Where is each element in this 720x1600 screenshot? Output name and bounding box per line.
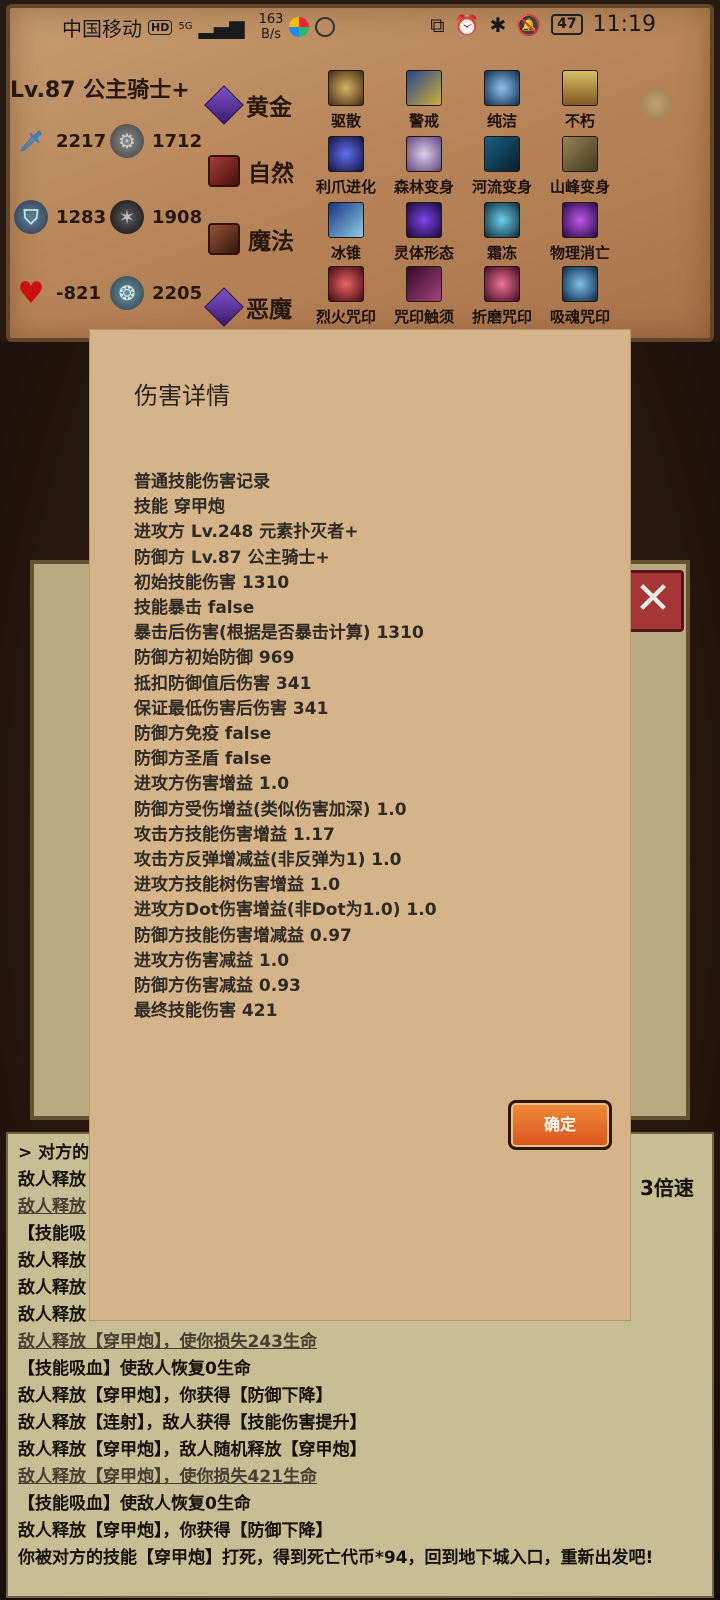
detail-line: 进攻方 Lv.248 元素扑灭者+ bbox=[134, 522, 359, 543]
detail-line: 防御方技能伤害增减益 0.97 bbox=[134, 925, 352, 946]
detail-line: 进攻方伤害减益 1.0 bbox=[134, 950, 290, 971]
detail-line: 技能暴击 false bbox=[134, 598, 255, 619]
detail-line: 进攻方伤害增益 1.0 bbox=[134, 774, 290, 795]
detail-line: 保证最低伤害后伤害 341 bbox=[134, 698, 329, 719]
status-bar: 中国移动 HD 5G ▂▄▆ 163 B/s ⧉ ⏰ ✱ 🔕 47 11:19 bbox=[0, 0, 720, 52]
app-icon bbox=[289, 17, 310, 37]
bluetooth-icon: ✱ bbox=[489, 12, 507, 37]
detail-line: 最终技能伤害 421 bbox=[134, 1001, 278, 1022]
detail-line: 防御方伤害减益 0.93 bbox=[134, 976, 301, 997]
signal-icon: ▂▄▆ bbox=[198, 15, 245, 39]
dialog-title: 伤害详情 bbox=[134, 382, 230, 410]
detail-line: 技能 穿甲炮 bbox=[134, 497, 225, 518]
detail-line: 初始技能伤害 1310 bbox=[134, 572, 290, 593]
network-speed: 163 B/s bbox=[259, 12, 284, 42]
speed-value: 163 bbox=[258, 12, 284, 27]
detail-line: 普通技能伤害记录 bbox=[134, 472, 270, 492]
detail-line: 防御方受伤增益(类似伤害加深) 1.0 bbox=[134, 799, 407, 820]
mute-icon: 🔕 bbox=[516, 12, 542, 37]
hd-icon: HD bbox=[148, 19, 173, 35]
detail-line: 防御方免疫 false bbox=[134, 724, 272, 745]
confirm-button[interactable]: 确定 bbox=[508, 1100, 612, 1150]
battery-icon: 47 bbox=[551, 14, 583, 35]
detail-line: 防御方圣盾 false bbox=[134, 749, 272, 770]
detail-line: 防御方 Lv.87 公主骑士+ bbox=[134, 547, 330, 568]
alarm-icon: ⏰ bbox=[454, 12, 480, 37]
cast-icon: ⧉ bbox=[430, 12, 445, 37]
detail-line: 抵扣防御值后伤害 341 bbox=[134, 673, 312, 694]
detail-line: 暴击后伤害(根据是否暴击计算) 1310 bbox=[134, 623, 424, 644]
detail-line: 防御方初始防御 969 bbox=[134, 648, 295, 669]
network-label: 5G bbox=[178, 21, 193, 32]
detail-line: 进攻方Dot伤害增益(非Dot为1.0) 1.0 bbox=[134, 900, 437, 921]
damage-detail-dialog: 伤害详情 普通技能伤害记录 技能 穿甲炮 进攻方 Lv.248 元素扑灭者+ 防… bbox=[90, 330, 630, 1320]
carrier-label: 中国移动 bbox=[62, 16, 142, 41]
detail-line: 攻击方反弹增减益(非反弹为1) 1.0 bbox=[134, 850, 402, 871]
mask-icon bbox=[315, 17, 336, 37]
speed-unit: B/s bbox=[261, 27, 282, 42]
detail-line: 攻击方技能伤害增益 1.17 bbox=[134, 824, 335, 845]
damage-detail-body: 普通技能伤害记录 技能 穿甲炮 进攻方 Lv.248 元素扑灭者+ 防御方 Lv… bbox=[134, 470, 594, 1024]
clock: 11:19 bbox=[592, 12, 656, 37]
detail-line: 进攻方技能树伤害增益 1.0 bbox=[134, 875, 341, 896]
